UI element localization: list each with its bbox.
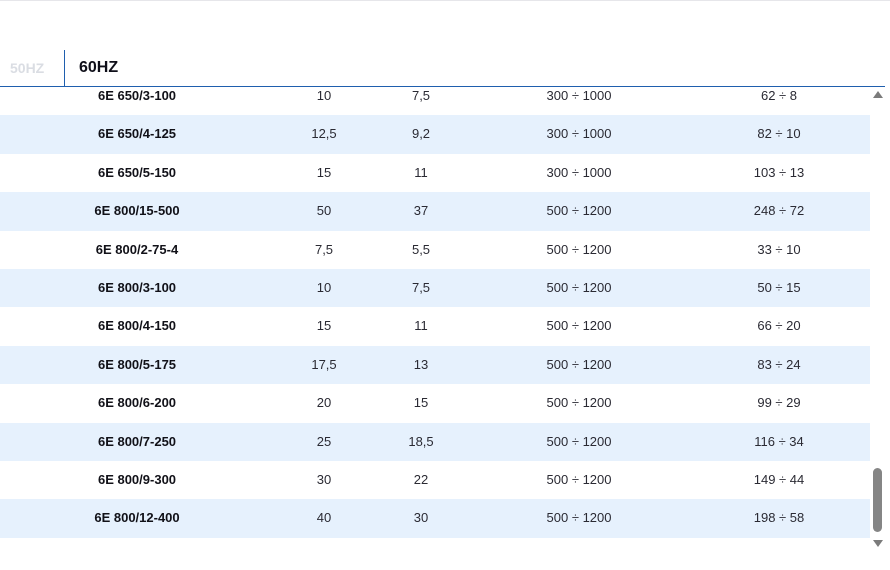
page: 50HZ 60HZ 6E 650/3-100 10 7,5 300 ÷ 1000 62 … — [0, 0, 890, 570]
cell-flow: 62 ÷ 8 — [760, 88, 798, 103]
cell-kw: 50 — [316, 203, 332, 219]
table-row: 6E 800/15-500 50 37 500 ÷ 1200 248 ÷ 72 — [0, 192, 870, 231]
pump-table-body: 6E 650/3-100 10 7,5 300 ÷ 1000 62 ÷ 8 6E 650/… — [0, 87, 870, 538]
cell-flow: 50 ÷ 15 — [757, 279, 801, 295]
pump-table[interactable]: 6E 650/3-100 10 7,5 300 ÷ 1000 62 ÷ 8 6E 650/… — [0, 87, 870, 538]
cell-range: 300 ÷ 1000 — [546, 88, 612, 103]
table-row: 6E 800/6-200 20 15 500 ÷ 1200 99 ÷ 29 — [0, 384, 870, 422]
scroll-up-arrow-icon[interactable] — [873, 91, 883, 98]
cell-range: 300 ÷ 1000 — [546, 164, 612, 180]
cell-hp: 5,5 — [411, 241, 431, 257]
cell-hp: 15 — [413, 395, 429, 411]
cell-kw: 20 — [316, 395, 332, 411]
cell-kw: 15 — [316, 318, 332, 334]
cell-range: 500 ÷ 1200 — [546, 433, 612, 449]
cell-flow: 33 ÷ 10 — [757, 241, 801, 257]
cell-flow: 198 ÷ 58 — [753, 510, 805, 526]
cell-range: 500 ÷ 1200 — [546, 471, 612, 487]
frequency-tabs: 50HZ 60HZ — [0, 50, 885, 87]
cell-kw: 15 — [316, 164, 332, 180]
cell-range: 500 ÷ 1200 — [546, 279, 612, 295]
cell-model: 6E 800/6-200 — [97, 395, 177, 411]
table-row: 6E 800/5-175 17,5 13 500 ÷ 1200 83 ÷ 24 — [0, 345, 870, 385]
cell-flow: 83 ÷ 24 — [757, 356, 801, 372]
cell-kw: 25 — [316, 433, 332, 449]
scrollbar-thumb[interactable] — [873, 468, 882, 532]
cell-model: 6E 800/5-175 — [97, 356, 177, 372]
cell-model: 6E 650/5-150 — [97, 164, 177, 180]
cell-hp: 11 — [414, 164, 428, 180]
cell-hp: 22 — [413, 471, 429, 487]
cell-range: 500 ÷ 1200 — [546, 395, 612, 411]
cell-flow: 248 ÷ 72 — [753, 203, 805, 219]
table-row: 6E 800/3-100 10 7,5 500 ÷ 1200 50 ÷ 15 — [0, 268, 870, 308]
top-divider — [0, 0, 890, 1]
cell-model: 6E 800/15-500 — [94, 203, 180, 219]
cell-range: 500 ÷ 1200 — [546, 510, 612, 526]
cell-flow: 149 ÷ 44 — [753, 471, 805, 487]
table-row: 6E 800/7-250 25 18,5 500 ÷ 1200 116 ÷ 34 — [0, 422, 870, 461]
cell-range: 500 ÷ 1200 — [546, 356, 612, 372]
cell-kw: 17,5 — [311, 356, 337, 372]
cell-kw: 10 — [316, 279, 332, 295]
cell-model: 6E 650/3-100 — [97, 88, 177, 103]
cell-kw: 7,5 — [314, 241, 334, 257]
table-row: 6E 650/5-150 15 11 300 ÷ 1000 103 ÷ 13 — [0, 154, 870, 192]
cell-flow: 103 ÷ 13 — [753, 164, 805, 180]
cell-hp: 18,5 — [408, 433, 434, 449]
table-scrollbar[interactable] — [871, 88, 885, 550]
cell-flow: 116 ÷ 34 — [754, 433, 804, 449]
cell-model: 6E 800/12-400 — [94, 510, 180, 526]
cell-model: 6E 800/7-250 — [97, 433, 177, 449]
table-row: 6E 800/2-75-4 7,5 5,5 500 ÷ 1200 33 ÷ 10 — [0, 231, 870, 269]
cell-range: 300 ÷ 1000 — [546, 126, 612, 142]
cell-model: 6E 800/2-75-4 — [95, 241, 179, 257]
cell-kw: 40 — [316, 510, 332, 526]
cell-hp: 37 — [413, 203, 429, 219]
cell-model: 6E 650/4-125 — [97, 126, 177, 142]
tab-60hz[interactable]: 60HZ — [79, 50, 118, 86]
table-row: 6E 650/3-100 10 7,5 300 ÷ 1000 62 ÷ 8 — [0, 87, 870, 115]
cell-hp: 11 — [414, 318, 428, 334]
table-row: 6E 800/9-300 30 22 500 ÷ 1200 149 ÷ 44 — [0, 461, 870, 499]
cell-flow: 66 ÷ 20 — [757, 318, 801, 334]
cell-kw: 10 — [316, 88, 332, 103]
table-row: 6E 800/4-150 15 11 500 ÷ 1200 66 ÷ 20 — [0, 307, 870, 345]
cell-hp: 13 — [413, 356, 429, 372]
cell-kw: 30 — [316, 471, 332, 487]
cell-range: 500 ÷ 1200 — [546, 203, 612, 219]
cell-hp: 7,5 — [411, 279, 431, 295]
cell-hp: 9,2 — [411, 126, 431, 142]
cell-range: 500 ÷ 1200 — [546, 241, 612, 257]
tab-50hz[interactable]: 50HZ — [10, 50, 44, 86]
cell-model: 6E 800/4-150 — [97, 318, 177, 334]
cell-flow: 99 ÷ 29 — [757, 395, 801, 411]
cell-model: 6E 800/3-100 — [97, 279, 177, 295]
table-row: 6E 650/4-125 12,5 9,2 300 ÷ 1000 82 ÷ 10 — [0, 115, 870, 154]
cell-model: 6E 800/9-300 — [97, 471, 177, 487]
tab-divider — [64, 50, 65, 87]
cell-kw: 12,5 — [311, 126, 337, 142]
table-row: 6E 800/12-400 40 30 500 ÷ 1200 198 ÷ 58 — [0, 499, 870, 538]
cell-hp: 30 — [413, 510, 429, 526]
cell-flow: 82 ÷ 10 — [757, 126, 801, 142]
cell-range: 500 ÷ 1200 — [546, 318, 612, 334]
scroll-down-arrow-icon[interactable] — [873, 540, 883, 547]
cell-hp: 7,5 — [411, 88, 431, 103]
